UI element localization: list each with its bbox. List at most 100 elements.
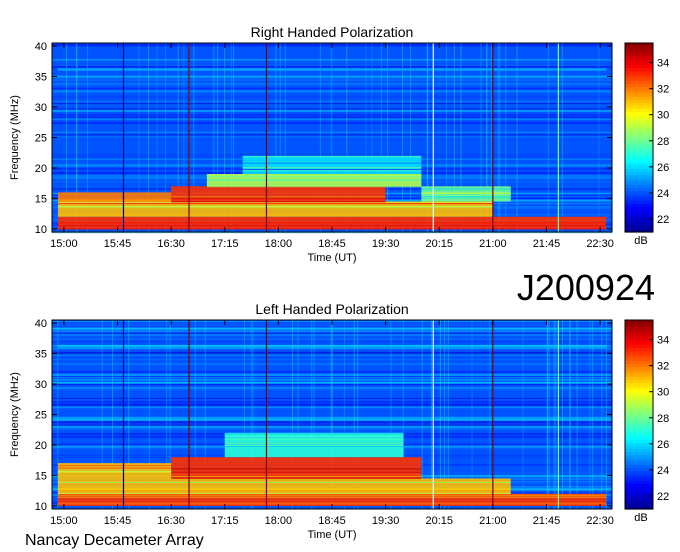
- noise-column: [561, 320, 563, 509]
- x-tick-label: 19:30: [372, 515, 400, 527]
- band-striation: [57, 489, 511, 491]
- band-striation: [57, 225, 607, 227]
- band-striation: [171, 471, 422, 473]
- y-tick-label: 40: [35, 41, 47, 53]
- chart-title: Right Handed Polarization: [251, 24, 414, 40]
- colorbar-tick-label: 28: [657, 136, 669, 148]
- x-tick-label: 15:00: [50, 515, 78, 527]
- y-tick-label: 25: [35, 410, 47, 422]
- band-striation: [57, 199, 172, 201]
- emission-band: [242, 155, 422, 175]
- colorbar-tick-label: 26: [657, 162, 669, 174]
- noise-column: [497, 43, 499, 232]
- noise-column: [601, 320, 603, 509]
- x-tick-label: 16:30: [157, 515, 185, 527]
- noise-column: [499, 43, 501, 232]
- colorbar-tick-label: 22: [657, 214, 669, 226]
- band-striation: [242, 169, 422, 171]
- y-axis-label: Frequency (MHz): [9, 95, 21, 180]
- noise-column: [569, 320, 571, 509]
- colorbar-tick-label: 34: [657, 335, 669, 347]
- colorbar: 22 24 26 28 30 32 34 dB: [624, 319, 669, 524]
- noise-column: [548, 320, 550, 509]
- noise-column: [522, 320, 524, 509]
- x-tick-label: 22:30: [586, 515, 614, 527]
- band-striation: [224, 433, 404, 435]
- colorbar-tick-label: 28: [657, 413, 669, 425]
- band-striation: [171, 468, 422, 470]
- x-tick-label: 15:45: [104, 515, 132, 527]
- right-polarization-panel: Right Handed Polarization 10 15 20 25 30 35 40 F…: [9, 24, 669, 264]
- band-striation: [171, 201, 386, 203]
- noise-column: [555, 320, 557, 509]
- x-tick-label: 17:15: [211, 238, 239, 250]
- band-striation: [206, 174, 422, 176]
- noise-column: [592, 320, 594, 509]
- colorbar-tick-label: 30: [657, 387, 669, 399]
- y-tick-label: 10: [35, 224, 47, 236]
- y-tick-label: 20: [35, 440, 47, 452]
- footer-label: Nancay Decameter Array: [25, 532, 204, 549]
- band-striation: [57, 496, 607, 498]
- x-axis-label: Time (UT): [307, 529, 356, 541]
- band-striation: [206, 186, 422, 188]
- noise-column: [576, 320, 578, 509]
- band-striation: [224, 435, 404, 437]
- colorbar-tick-label: 24: [657, 465, 669, 477]
- band-striation: [57, 502, 607, 504]
- y-axis-label: Frequency (MHz): [9, 372, 21, 457]
- band-striation: [421, 196, 511, 198]
- band-striation: [57, 200, 172, 202]
- band-striation: [57, 471, 172, 473]
- x-axis-label: Time (UT): [307, 252, 356, 264]
- colorbar: 22 24 26 28 30 32 34 dB: [624, 42, 669, 247]
- band-striation: [57, 68, 607, 70]
- band-striation: [421, 192, 511, 194]
- colorbar-unit-label: dB: [634, 235, 647, 247]
- noise-column: [605, 320, 607, 509]
- x-tick-label: 18:00: [265, 515, 293, 527]
- noise-column: [516, 43, 518, 232]
- y-tick-label: 40: [35, 318, 47, 330]
- band-striation: [57, 464, 172, 466]
- colorbar-tick-label: 34: [657, 58, 669, 70]
- chart-title: Left Handed Polarization: [255, 301, 408, 317]
- band-striation: [57, 198, 172, 200]
- band-striation: [57, 488, 511, 490]
- x-tick-label: 18:45: [318, 515, 346, 527]
- x-tick-label: 21:45: [533, 515, 561, 527]
- band-striation: [242, 170, 422, 172]
- band-striation: [421, 188, 511, 190]
- noise-column: [598, 43, 600, 232]
- x-tick-label: 21:00: [479, 238, 507, 250]
- x-tick-label: 15:00: [50, 238, 78, 250]
- y-tick-label: 35: [35, 349, 47, 361]
- noise-column: [505, 43, 507, 232]
- band-striation: [57, 223, 607, 225]
- band-striation: [57, 481, 511, 483]
- left-polarization-panel: Left Handed Polarization 10 15 20 25 30 35 40 Fr…: [9, 301, 669, 541]
- band-striation: [171, 477, 422, 479]
- band-striation: [171, 196, 386, 198]
- x-tick-label: 17:15: [211, 515, 239, 527]
- band-striation: [242, 156, 422, 158]
- x-tick-label: 20:15: [425, 515, 453, 527]
- colorbar-tick-label: 24: [657, 188, 669, 200]
- x-tick-label: 22:30: [586, 238, 614, 250]
- colorbar-tick-label: 22: [657, 491, 669, 503]
- x-tick-label: 18:00: [265, 238, 293, 250]
- y-tick-label: 10: [35, 501, 47, 513]
- x-tick-label: 15:45: [104, 238, 132, 250]
- band-striation: [421, 195, 511, 197]
- band-striation: [242, 162, 422, 164]
- y-tick-label: 30: [35, 102, 47, 114]
- colorbar-tick-label: 32: [657, 84, 669, 96]
- band-striation: [171, 198, 386, 200]
- colorbar-tick-label: 26: [657, 439, 669, 451]
- y-tick-label: 15: [35, 193, 47, 205]
- noise-column: [561, 43, 563, 232]
- band-striation: [57, 463, 172, 465]
- noise-column: [553, 320, 555, 509]
- y-tick-label: 25: [35, 133, 47, 145]
- band-striation: [224, 438, 404, 440]
